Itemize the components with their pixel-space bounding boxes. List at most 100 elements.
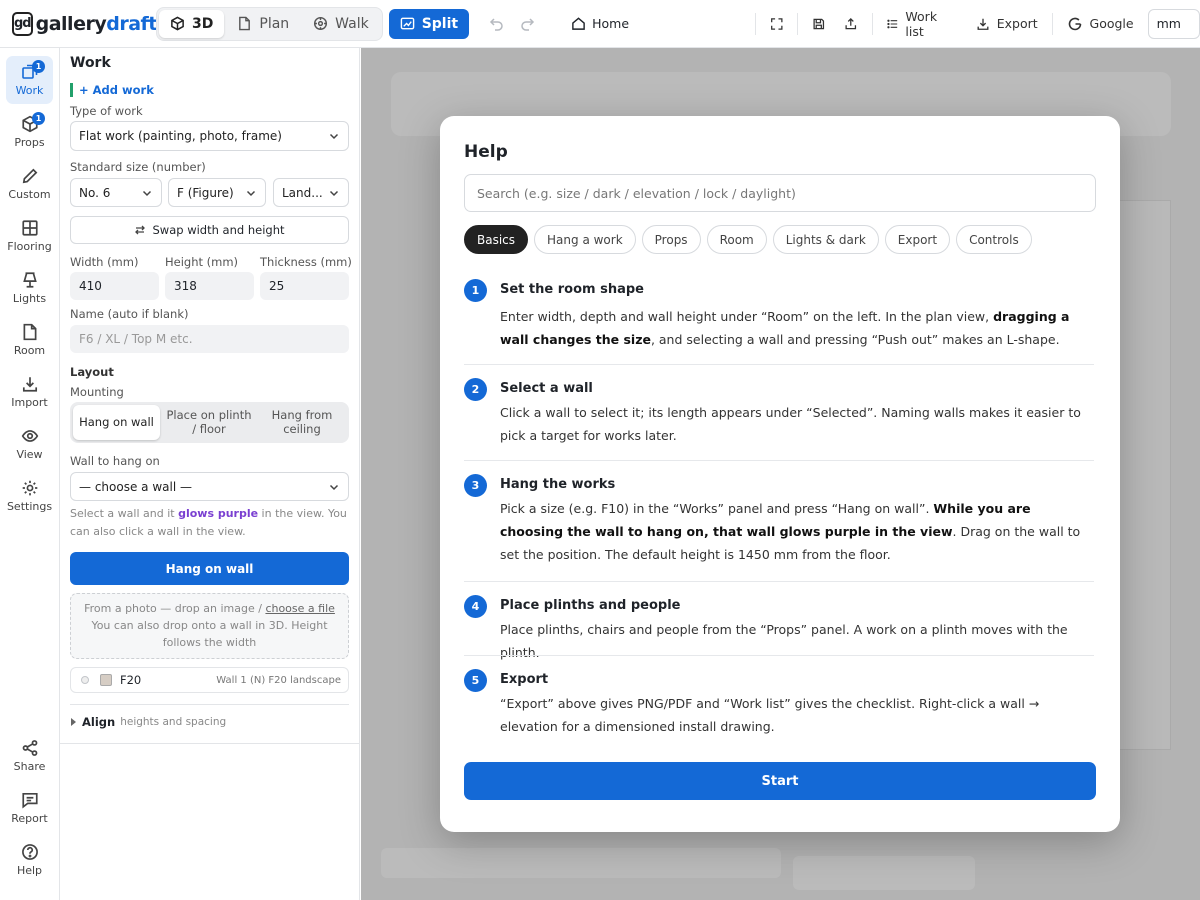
unit-select[interactable]: mm: [1147, 8, 1200, 39]
help-dialog: Help Search (e.g. size / dark / elevatio…: [440, 116, 1120, 832]
view-walk-label: Walk: [335, 15, 369, 32]
swap-dimensions-button[interactable]: Swap width and height: [70, 216, 349, 244]
app-logo[interactable]: gd gallerydraft: [12, 11, 157, 36]
start-button[interactable]: Start: [464, 762, 1096, 800]
wall-label: Wall to hang on: [70, 454, 160, 468]
align-section-toggle[interactable]: Align heights and spacing: [70, 715, 226, 729]
view-split-button[interactable]: Split: [388, 8, 470, 39]
mount-plinth-floor[interactable]: Place on plinth / floor: [164, 405, 254, 440]
divider: [871, 12, 873, 35]
step-body: Click a wall to select it; its length ap…: [500, 402, 1090, 448]
step-body: Place plinths, chairs and people from th…: [500, 619, 1090, 665]
rail-item-view[interactable]: View: [6, 420, 53, 468]
choose-file-link[interactable]: choose a file: [265, 602, 334, 615]
tab-basics[interactable]: Basics: [464, 225, 529, 254]
rail-item-share[interactable]: Share: [6, 732, 53, 780]
walk-icon: [314, 16, 328, 31]
cube-icon: [171, 16, 184, 31]
view-split-label: Split: [421, 15, 459, 32]
work-count-badge: 1: [32, 60, 45, 73]
step-text: “Export” above gives PNG/PDF and “Work l…: [500, 696, 1040, 734]
add-work-button[interactable]: + Add work: [70, 83, 154, 97]
logo-text-part1: gallery: [35, 12, 107, 35]
fullscreen-icon[interactable]: [770, 16, 784, 32]
step-title: Place plinths and people: [500, 598, 681, 613]
width-label: Width (mm): [70, 255, 139, 269]
rail-item-flooring[interactable]: Flooring: [6, 212, 53, 260]
top-bar: gd gallerydraft 3D Plan Walk Split Home: [0, 0, 1200, 48]
download-icon: [977, 18, 989, 30]
mounting-label: Mounting: [70, 385, 124, 399]
mount-hang-on-wall[interactable]: Hang on wall: [73, 405, 160, 440]
width-input[interactable]: 410: [70, 272, 159, 300]
view-mode-switch: 3D Plan Walk: [156, 6, 383, 41]
logo-mark: gd: [12, 11, 33, 36]
share-upload-icon[interactable]: [844, 16, 858, 32]
rail-item-import[interactable]: Import: [6, 368, 53, 416]
dropzone-line2: You can also drop onto a wall in 3D. Hei…: [91, 619, 328, 650]
redo-icon[interactable]: [519, 16, 535, 32]
export-button[interactable]: Export: [976, 16, 1038, 31]
thickness-input[interactable]: 25: [260, 272, 349, 300]
work-select-radio[interactable]: [81, 676, 89, 684]
tab-props[interactable]: Props: [641, 225, 701, 254]
home-icon: [572, 17, 585, 30]
tab-hang-a-work[interactable]: Hang a work: [534, 225, 636, 254]
wall-select-value: — choose a wall —: [79, 479, 192, 494]
work-type-select[interactable]: Flat work (painting, photo, frame): [70, 121, 349, 151]
rail-item-settings[interactable]: Settings: [6, 472, 53, 520]
height-input[interactable]: 318: [165, 272, 254, 300]
logo-text: gallerydraft: [35, 12, 158, 35]
logo-text-part2: draft: [106, 12, 157, 35]
wall-select[interactable]: — choose a wall —: [70, 472, 349, 501]
save-icon[interactable]: [812, 16, 826, 32]
props-count-badge: 1: [32, 112, 45, 125]
rail-item-report[interactable]: Report: [6, 784, 53, 832]
chevron-down-icon: [329, 484, 339, 490]
step-number: 1: [464, 279, 487, 302]
tab-lights-dark[interactable]: Lights & dark: [772, 225, 879, 254]
swap-icon: [135, 225, 146, 235]
view-walk-button[interactable]: Walk: [302, 10, 380, 38]
view-plan-button[interactable]: Plan: [226, 10, 300, 38]
chevron-down-icon: [329, 133, 339, 140]
name-input[interactable]: F6 / XL / Top M etc.: [70, 325, 349, 353]
panel-title: Work: [70, 55, 111, 71]
size-number-select[interactable]: No. 6: [70, 178, 162, 207]
chevron-down-icon: [329, 190, 339, 196]
view-3d-button[interactable]: 3D: [159, 9, 225, 38]
divider: [754, 12, 756, 35]
photo-dropzone[interactable]: From a photo — drop an image / choose a …: [70, 593, 349, 659]
rail-item-props[interactable]: 1 Props: [6, 108, 53, 156]
google-account-button[interactable]: Google: [1067, 16, 1134, 32]
rail-item-help[interactable]: Help: [6, 836, 53, 884]
rail-item-room[interactable]: Room: [6, 316, 53, 364]
standard-size-label: Standard size (number): [70, 160, 206, 174]
divider: [797, 12, 799, 35]
mount-ceiling[interactable]: Hang from ceiling: [258, 405, 346, 440]
rail-item-custom[interactable]: Custom: [6, 160, 53, 208]
type-label: Type of work: [70, 104, 143, 118]
rail-item-work[interactable]: 1 Work: [6, 56, 53, 104]
size-kind-select[interactable]: F (Figure): [168, 178, 266, 207]
home-button[interactable]: Home: [571, 16, 629, 31]
tab-room[interactable]: Room: [706, 225, 767, 254]
import-icon: [22, 377, 37, 392]
rail-label-share: Share: [13, 760, 46, 773]
help-search-input[interactable]: Search (e.g. size / dark / elevation / l…: [464, 174, 1096, 212]
tab-export[interactable]: Export: [884, 225, 951, 254]
step-number: 4: [464, 595, 487, 618]
work-list-button[interactable]: Work list: [887, 9, 951, 39]
hang-on-wall-button[interactable]: Hang on wall: [70, 552, 349, 585]
step-title: Export: [500, 672, 549, 687]
rail-label-custom: Custom: [8, 188, 51, 201]
work-list-item[interactable]: F20 Wall 1 (N) F20 landscape: [70, 667, 349, 693]
rail-item-lights[interactable]: Lights: [6, 264, 53, 312]
help-title: Help: [464, 142, 508, 162]
tab-controls[interactable]: Controls: [956, 225, 1032, 254]
undo-icon[interactable]: [489, 16, 505, 32]
align-sublabel: heights and spacing: [120, 716, 227, 728]
orientation-select[interactable]: Land...: [273, 178, 349, 207]
step-text: Click a wall to select it; its length ap…: [500, 405, 1081, 443]
room-icon: [23, 323, 36, 341]
